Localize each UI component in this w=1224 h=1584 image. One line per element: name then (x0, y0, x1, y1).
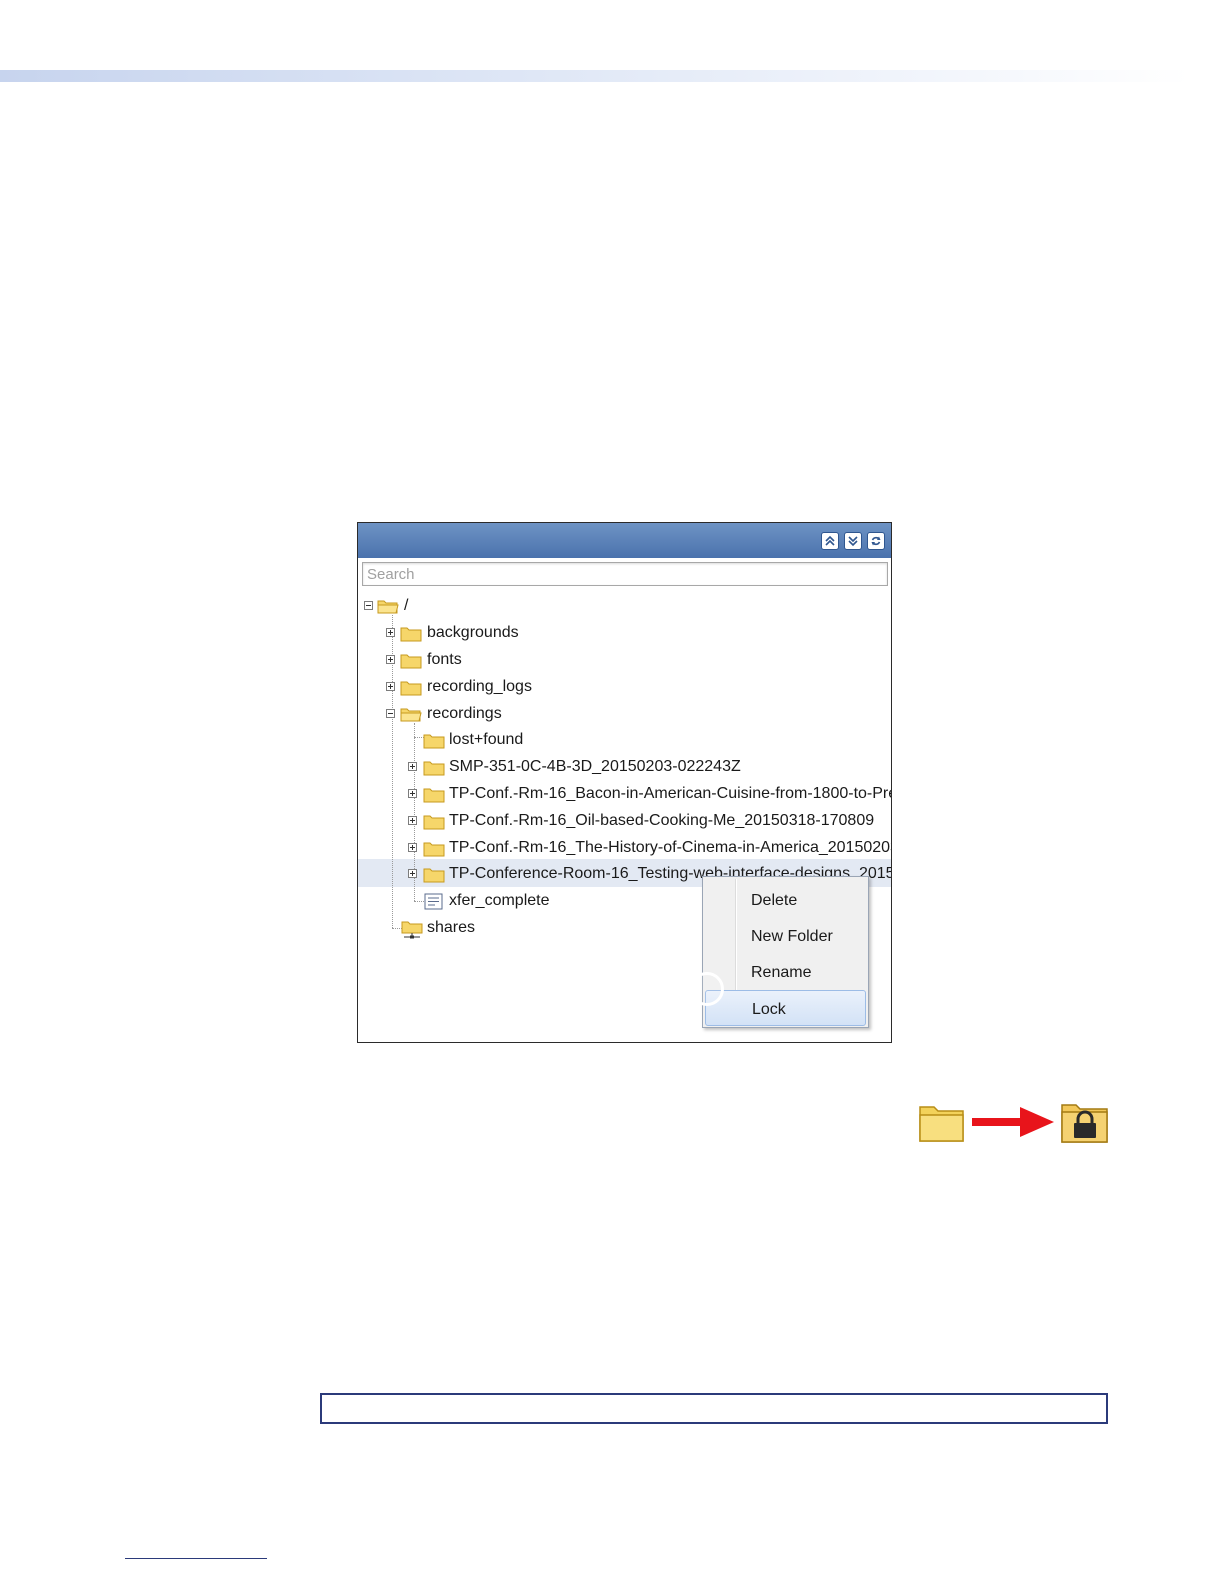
page-header-rule (0, 70, 1190, 82)
tree-item-shares[interactable]: shares (386, 917, 686, 939)
expand-all-icon[interactable] (844, 532, 862, 550)
folder-icon (400, 654, 422, 669)
collapse-all-icon[interactable] (821, 532, 839, 550)
tree-item-label: TP-Conf.-Rm-16_Oil-based-Cooking-Me_2015… (449, 812, 875, 829)
collapse-toggle-icon[interactable] (386, 709, 395, 718)
tree-item-recording-logs[interactable]: recording_logs (386, 676, 686, 698)
folder-open-icon (400, 708, 422, 722)
folder-icon (423, 815, 445, 830)
folder-icon (400, 627, 422, 642)
menu-item-label: Rename (751, 964, 812, 981)
collapse-toggle-icon[interactable] (364, 601, 373, 610)
tree-item-label: lost+found (449, 731, 524, 748)
tree-item-oil-cooking-recording[interactable]: TP-Conf.-Rm-16_Oil-based-Cooking-Me_2015… (408, 810, 891, 832)
red-arrow-icon (972, 1107, 1054, 1137)
tree-item-fonts[interactable]: fonts (386, 649, 686, 671)
expand-toggle-icon[interactable] (408, 789, 417, 798)
menu-item-label: Delete (751, 892, 798, 909)
tree-item-label: fonts (427, 651, 462, 668)
tree-item-label: TP-Conf.-Rm-16_Bacon-in-American-Cuisine… (449, 785, 892, 802)
tree-item-label: SMP-351-0C-4B-3D_20150203-022243Z (449, 758, 741, 775)
tree-item-backgrounds[interactable]: backgrounds (386, 622, 686, 644)
folder-icon (423, 734, 445, 749)
expand-toggle-icon[interactable] (408, 843, 417, 852)
locked-folder-icon (1061, 1104, 1108, 1143)
expand-toggle-icon[interactable] (386, 682, 395, 691)
tree-item-bacon-recording[interactable]: TP-Conf.-Rm-16_Bacon-in-American-Cuisine… (408, 783, 892, 805)
menu-item-delete[interactable]: Delete (705, 884, 866, 918)
menu-item-lock[interactable]: Lock (705, 990, 866, 1026)
note-box (320, 1393, 1108, 1424)
expand-toggle-icon[interactable] (408, 869, 417, 878)
tree-item-cinema-recording[interactable]: TP-Conf.-Rm-16_The-History-of-Cinema-in-… (408, 837, 892, 859)
tree-item-xfer-complete[interactable]: xfer_complete (408, 890, 708, 912)
tree-item-label: / (404, 597, 409, 614)
folder-icon (919, 1106, 964, 1142)
tree-item-label: recording_logs (427, 678, 532, 695)
tree-item-smp-recording[interactable]: SMP-351-0C-4B-3D_20150203-022243Z (408, 756, 888, 778)
folder-icon (423, 788, 445, 803)
expand-toggle-icon[interactable] (408, 816, 417, 825)
search-field[interactable] (362, 562, 888, 586)
click-indicator (690, 972, 724, 1006)
expand-toggle-icon[interactable] (408, 762, 417, 771)
context-menu: Delete New Folder Rename Lock (702, 876, 869, 1028)
menu-item-label: New Folder (751, 928, 833, 945)
tree-item-label: xfer_complete (449, 892, 550, 909)
panel-header (358, 523, 891, 558)
folder-icon (423, 842, 445, 857)
tree-item-label: recordings (427, 705, 502, 722)
folder-icon (423, 868, 445, 883)
expand-toggle-icon[interactable] (386, 628, 395, 637)
tree-item-label: shares (427, 919, 476, 936)
network-folder-icon (401, 921, 423, 939)
tree-item-label: backgrounds (427, 624, 519, 641)
tree-item-root[interactable]: / (364, 595, 564, 617)
menu-item-rename[interactable]: Rename (705, 956, 866, 990)
menu-item-label: Lock (752, 1001, 786, 1018)
footer-rule (125, 1558, 267, 1559)
search-input[interactable] (363, 563, 887, 585)
tree-item-lost-found[interactable]: lost+found (408, 729, 888, 751)
expand-toggle-icon[interactable] (386, 655, 395, 664)
tree-item-recordings[interactable]: recordings (386, 703, 686, 725)
menu-item-new-folder[interactable]: New Folder (705, 920, 866, 954)
tree-item-label: TP-Conf.-Rm-16_The-History-of-Cinema-in-… (449, 839, 892, 856)
refresh-icon[interactable] (867, 532, 885, 550)
file-icon (424, 893, 443, 910)
folder-open-icon (377, 600, 399, 614)
folder-icon (423, 761, 445, 776)
folder-icon (400, 681, 422, 696)
